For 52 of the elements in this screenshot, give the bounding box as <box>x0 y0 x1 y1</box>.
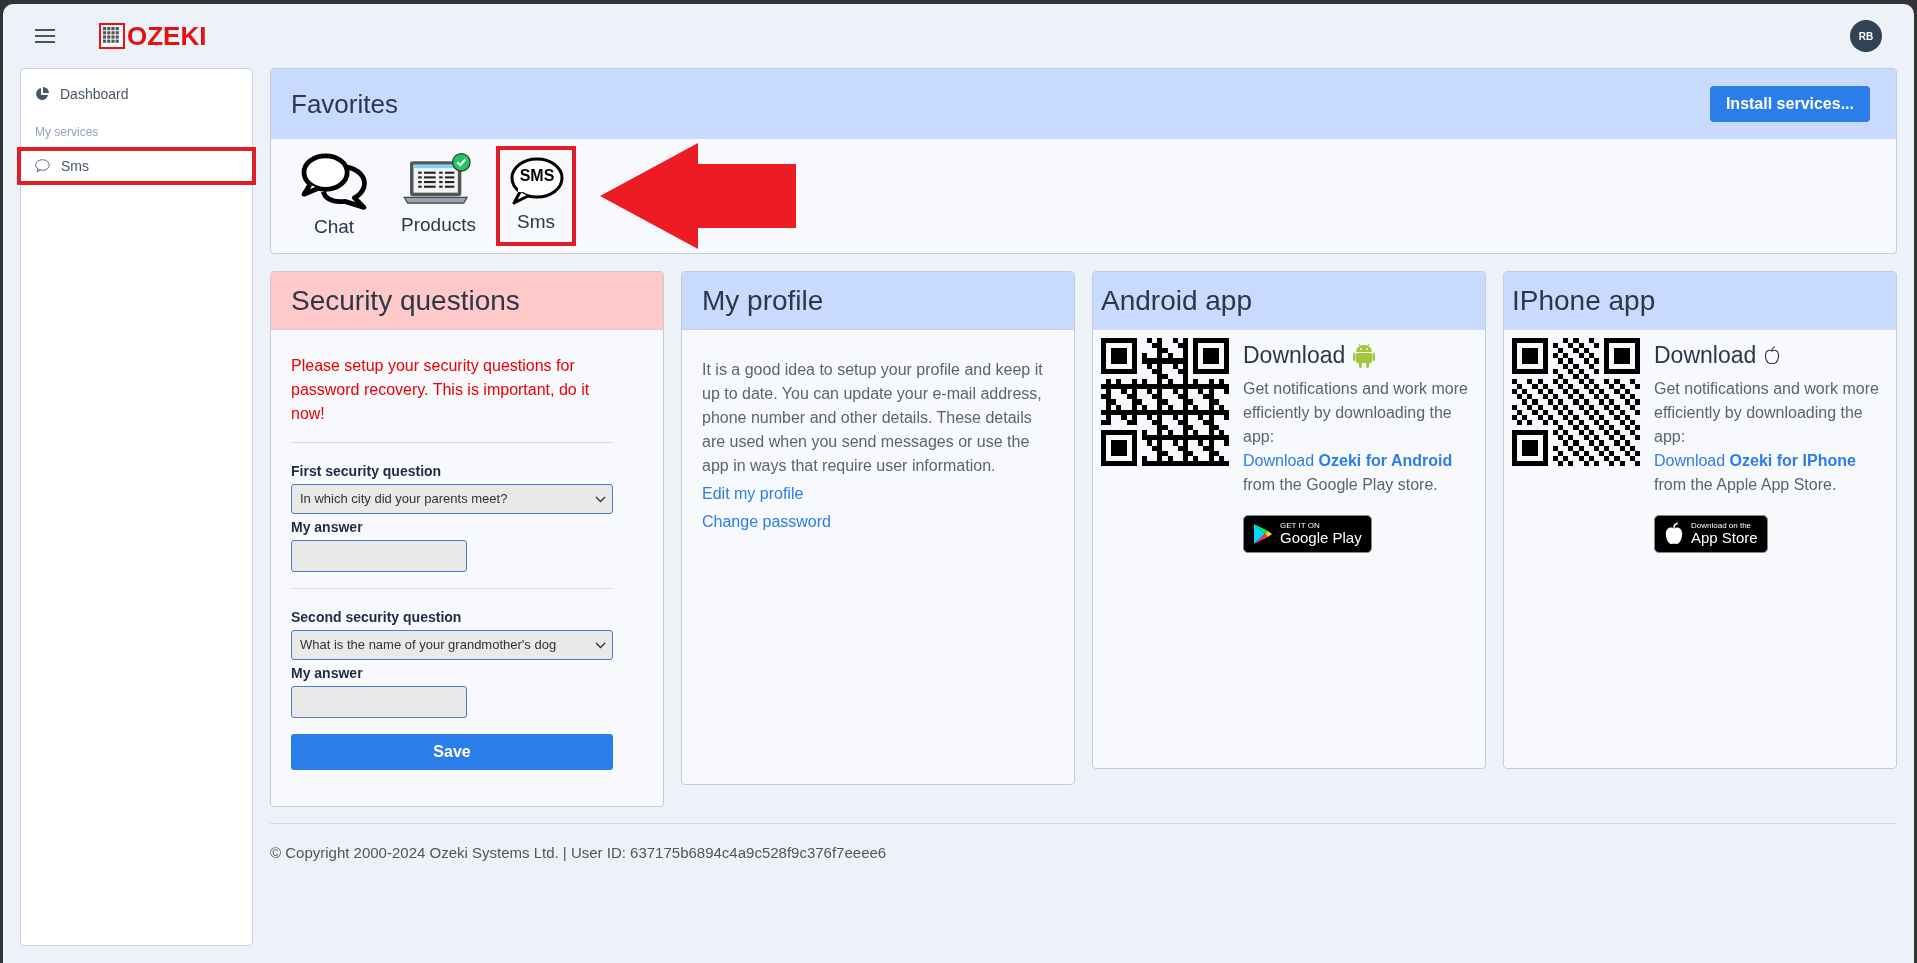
badge-store-name: App Store <box>1691 530 1758 545</box>
warning-message: Please setup your security questions for password recovery. This is important, do it now! <box>291 356 591 424</box>
menu-icon[interactable] <box>35 29 55 43</box>
panel-title: Favorites <box>291 87 398 121</box>
badge-store-name: Google Play <box>1280 530 1362 545</box>
android-icon <box>1353 342 1376 369</box>
field-label: Second security question <box>291 608 463 627</box>
download-link[interactable]: Download Ozeki for IPhone <box>1654 451 1856 469</box>
profile-link[interactable]: Change password <box>702 510 831 534</box>
badge-caption: GET IT ON <box>1280 522 1321 530</box>
logo-icon <box>99 23 125 49</box>
answer-input[interactable] <box>291 686 467 718</box>
card-title: IPhone app <box>1512 287 1656 315</box>
chat-bubbles-icon <box>299 150 369 211</box>
sidebar-item[interactable]: Sms <box>17 147 256 185</box>
download-heading: Download <box>1243 341 1346 370</box>
question-select[interactable]: What is the name of your grandmother's dog <box>291 630 613 660</box>
favorite-app-tile[interactable]: SMS Sms <box>496 146 576 246</box>
brand-name: OZEKI <box>127 23 207 49</box>
field-label: First security question <box>291 462 443 481</box>
download-heading: Download <box>1654 341 1757 370</box>
brand-logo[interactable]: OZEKI <box>99 23 207 49</box>
apple-icon <box>1764 345 1781 365</box>
speech-bubble-icon <box>35 159 50 173</box>
apple-logo-icon <box>1664 521 1684 546</box>
answer-input[interactable] <box>291 540 467 572</box>
save-button[interactable]: Save <box>291 734 613 770</box>
field-label: My answer <box>291 664 364 683</box>
pie-chart-icon <box>35 87 49 101</box>
badge-caption: Download on the <box>1691 522 1753 530</box>
favorite-app-tile[interactable]: Chat <box>287 146 381 246</box>
app-description: Get notifications and work more efficiently by downloading the app: Download Ozeki for IPhone from the Apple App Store. <box>1654 378 1880 495</box>
download-link[interactable]: Download Ozeki for Android <box>1243 451 1453 469</box>
store-badge-button[interactable]: Download on the App Store <box>1654 514 1768 553</box>
question-select[interactable]: In which city did your parents meet? <box>291 484 613 514</box>
footer-copyright: © Copyright 2000-2024 Ozeki Systems Ltd. | User ID: 637175b6894c4a9c528f9c376f7eeee6 <box>270 843 888 863</box>
card-title: Android app <box>1101 287 1252 315</box>
favorite-app-tile[interactable]: Products <box>389 146 488 246</box>
card-title: Security questions <box>291 286 520 315</box>
play-triangle-icon <box>1253 522 1273 545</box>
profile-description: It is a good idea to setup your profile and keep it up to date. You can update your e-mail address, phone number and other details. These details are used when you send messages or use the app in ways that require user information. <box>702 360 1044 476</box>
chevron-down-icon <box>595 495 606 503</box>
chevron-down-icon <box>595 641 606 649</box>
user-avatar[interactable]: RB <box>1850 20 1882 52</box>
sidebar-item[interactable]: Dashboard <box>21 75 252 113</box>
sidebar-section-label: My services <box>34 124 100 141</box>
profile-link[interactable]: Edit my profile <box>702 482 804 506</box>
field-label: My answer <box>291 518 364 537</box>
card-title: My profile <box>702 286 824 315</box>
app-description: Get notifications and work more efficiently by downloading the app: Download Ozeki for Android from the Google Play store. <box>1243 378 1469 495</box>
store-badge-button[interactable]: GET IT ON Google Play <box>1243 514 1372 553</box>
install-services-button[interactable]: Install services... <box>1709 86 1870 122</box>
